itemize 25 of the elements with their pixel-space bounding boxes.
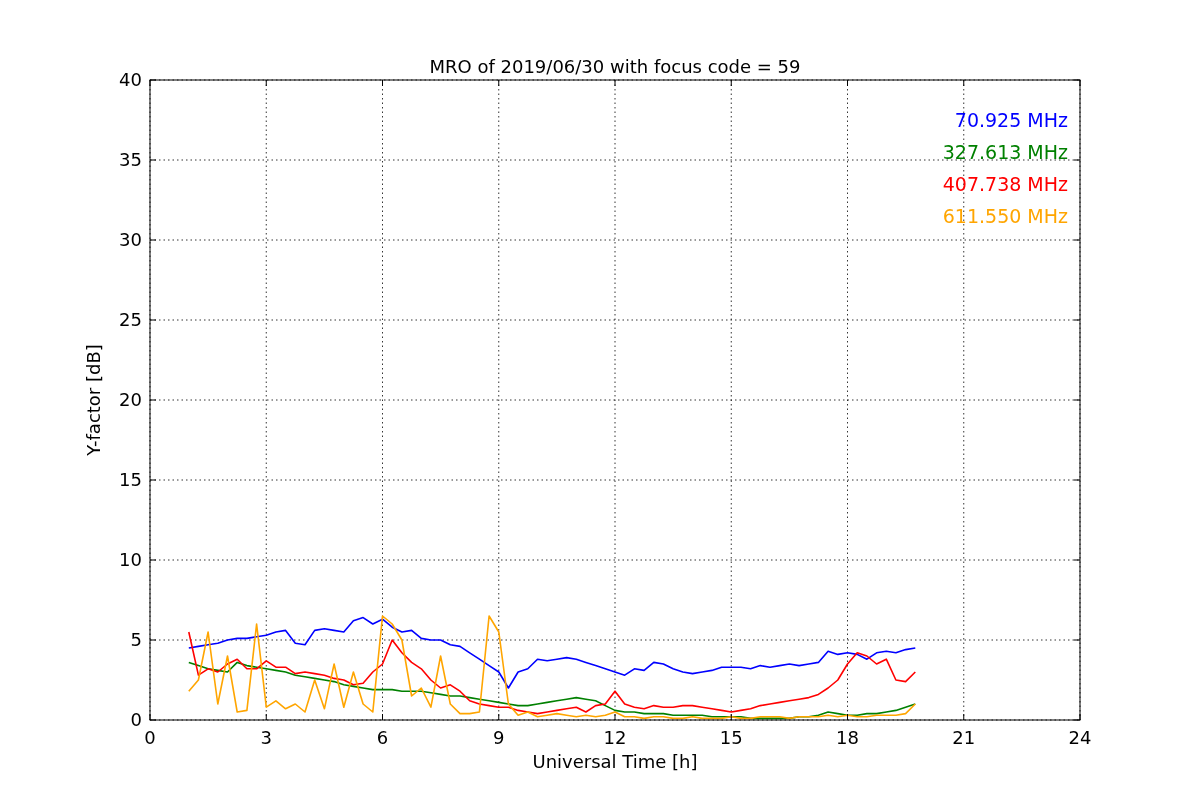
legend-label: 327.613 MHz: [942, 141, 1068, 163]
tick-label: 30: [119, 229, 142, 250]
tick-label: 9: [493, 727, 505, 748]
tick-label: 10: [119, 549, 142, 570]
tick-label: 18: [836, 727, 859, 748]
tick-label: 20: [119, 389, 142, 410]
tick-label: 6: [376, 727, 389, 748]
legend-label: 611.550 MHz: [942, 205, 1068, 227]
tick-label: 5: [130, 629, 142, 650]
tick-label: 15: [119, 469, 142, 490]
tick-label: 35: [119, 149, 142, 170]
y-axis-label: Y-factor [dB]: [83, 344, 104, 456]
legend-label: 407.738 MHz: [942, 173, 1068, 195]
tick-label: 3: [260, 727, 272, 748]
x-axis-label: Universal Time [h]: [532, 751, 698, 772]
tick-label: 0: [144, 727, 156, 748]
tick-label: 25: [119, 309, 142, 330]
tick-label: 21: [952, 727, 976, 748]
tick-label: 15: [719, 727, 743, 748]
tick-label: 12: [603, 727, 627, 748]
tick-label: 24: [1068, 727, 1092, 748]
legend-label: 70.925 MHz: [954, 109, 1068, 131]
tick-label: 40: [119, 69, 142, 90]
tick-label: 0: [130, 709, 142, 730]
chart-title: MRO of 2019/06/30 with focus code = 59: [429, 56, 801, 77]
